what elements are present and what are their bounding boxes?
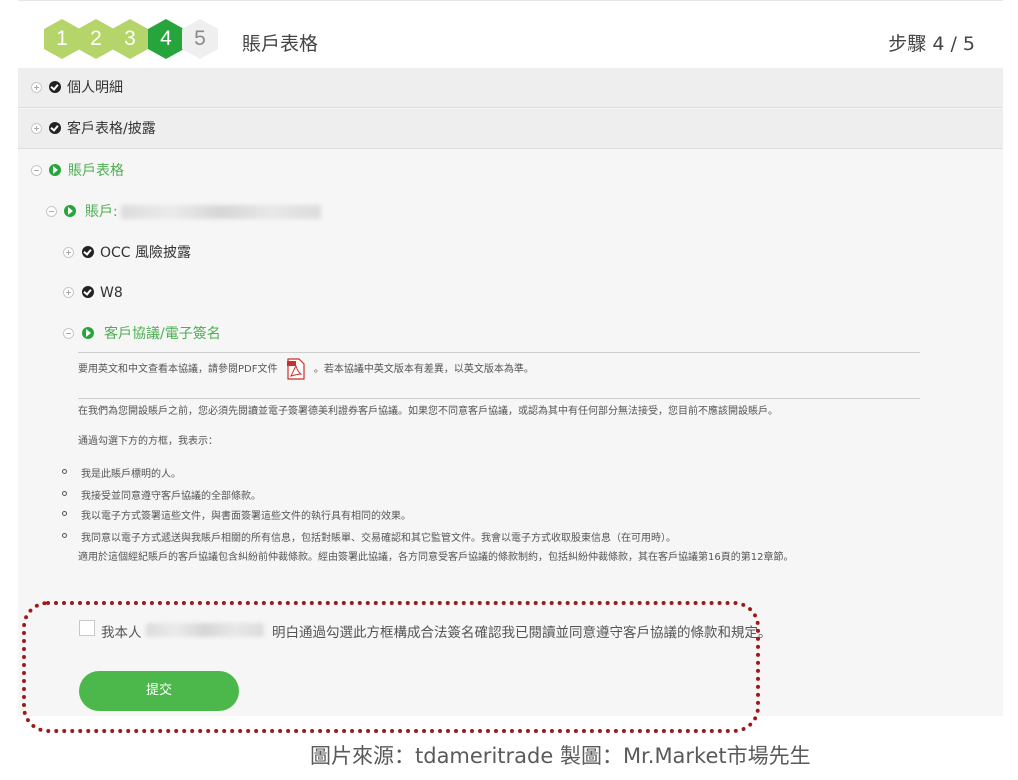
- section-label: 賬戶表格: [68, 163, 124, 179]
- item-label: W8: [100, 285, 123, 301]
- collapse-icon[interactable]: [63, 328, 74, 339]
- section-label: 客戶表格/披露: [67, 121, 156, 137]
- step-4-current: 4: [148, 19, 184, 59]
- bullet-item: 我以電子方式簽署這些文件，與書面簽署這些文件的執行具有相同的效果。: [81, 511, 411, 522]
- collapse-icon[interactable]: [31, 165, 42, 176]
- expand-icon[interactable]: [31, 82, 42, 93]
- item-occ-disclosure[interactable]: OCC 風險披露: [18, 233, 1003, 273]
- collapse-icon[interactable]: [46, 206, 57, 217]
- bullet-continuation: 適用於這個經紀賬戶的客戶協議包含糾紛前仲裁條款。經由簽署此協議，各方同意受客戶協…: [78, 552, 794, 563]
- bullet-item: 我接受並同意遵守客戶協議的全部條款。: [81, 491, 261, 502]
- bullet-icon: [62, 469, 67, 474]
- section-account-forms[interactable]: 賬戶表格: [18, 151, 1003, 191]
- bullet-icon: [62, 533, 67, 538]
- signature-statement: 明白通過勾選此方框構成合法簽名確認我已閱讀並同意遵守客戶協議的條款和規定。: [272, 625, 772, 641]
- check-complete-icon: [82, 246, 94, 258]
- bullet-icon: [62, 511, 67, 516]
- section-label: 個人明細: [67, 80, 123, 96]
- step-5: 5: [182, 19, 218, 59]
- subsection-account[interactable]: 賬戶:: [18, 192, 1003, 232]
- check-complete-icon: [82, 286, 94, 298]
- item-w8[interactable]: W8: [18, 273, 1003, 313]
- item-customer-agreement[interactable]: 客戶協議/電子簽名: [18, 314, 1003, 354]
- step-counter: 步驟 4 / 5: [888, 33, 975, 55]
- arrow-current-icon: [49, 164, 61, 176]
- arrow-current-icon: [82, 327, 94, 339]
- signature-prefix: 我本人: [101, 625, 142, 641]
- redacted-account-number: [121, 205, 321, 219]
- account-label: 賬戶:: [85, 204, 118, 220]
- bullet-item: 我是此賬戶標明的人。: [81, 469, 181, 480]
- page-title: 賬戶表格: [242, 33, 319, 55]
- agreement-paragraph: 通過勾選下方的方框，我表示：: [78, 436, 218, 447]
- image-caption: 圖片來源：tdameritrade 製圖：Mr.Market市場先生: [310, 744, 811, 768]
- item-label: 客戶協議/電子簽名: [104, 326, 221, 342]
- expand-icon[interactable]: [31, 123, 42, 134]
- divider: [78, 352, 920, 353]
- bullet-icon: [62, 491, 67, 496]
- step-2[interactable]: 2: [78, 19, 114, 59]
- pdf-note: 要用英文和中文查看本協議，請參閱PDF文件 。若本協議中英文版本有差異，以英文版…: [78, 358, 534, 381]
- bullet-item: 我同意以電子方式遞送與我賬戶相關的所有信息，包括對賬單、交易確認和其它監管文件。…: [81, 533, 676, 544]
- arrow-current-icon: [64, 205, 76, 217]
- check-complete-icon: [49, 122, 61, 134]
- submit-button[interactable]: 提交: [79, 671, 239, 711]
- expand-icon[interactable]: [63, 247, 74, 258]
- step-3[interactable]: 3: [112, 19, 148, 59]
- wizard-header: 1 2 3 4 5 賬戶表格 步驟 4 / 5: [18, 0, 1003, 68]
- item-label: OCC 風險披露: [100, 245, 192, 261]
- pdf-note-before: 要用英文和中文查看本協議，請參閱PDF文件: [78, 364, 278, 375]
- step-1[interactable]: 1: [44, 19, 80, 59]
- pdf-note-after: 。若本協議中英文版本有差異，以英文版本為準。: [313, 364, 534, 375]
- divider: [78, 398, 920, 399]
- redacted-name: [146, 623, 264, 637]
- expand-icon[interactable]: [63, 287, 74, 298]
- section-customer-forms[interactable]: 客戶表格/披露: [18, 109, 1003, 149]
- agreement-paragraph: 在我們為您開設賬戶之前，您必須先閱讀並電子簽署德美利證券客戶協議。如果您不同意客…: [78, 406, 778, 417]
- signature-checkbox[interactable]: [79, 620, 95, 636]
- section-personal-details[interactable]: 個人明細: [18, 68, 1003, 108]
- pdf-file-icon[interactable]: [286, 358, 305, 380]
- check-complete-icon: [49, 81, 61, 93]
